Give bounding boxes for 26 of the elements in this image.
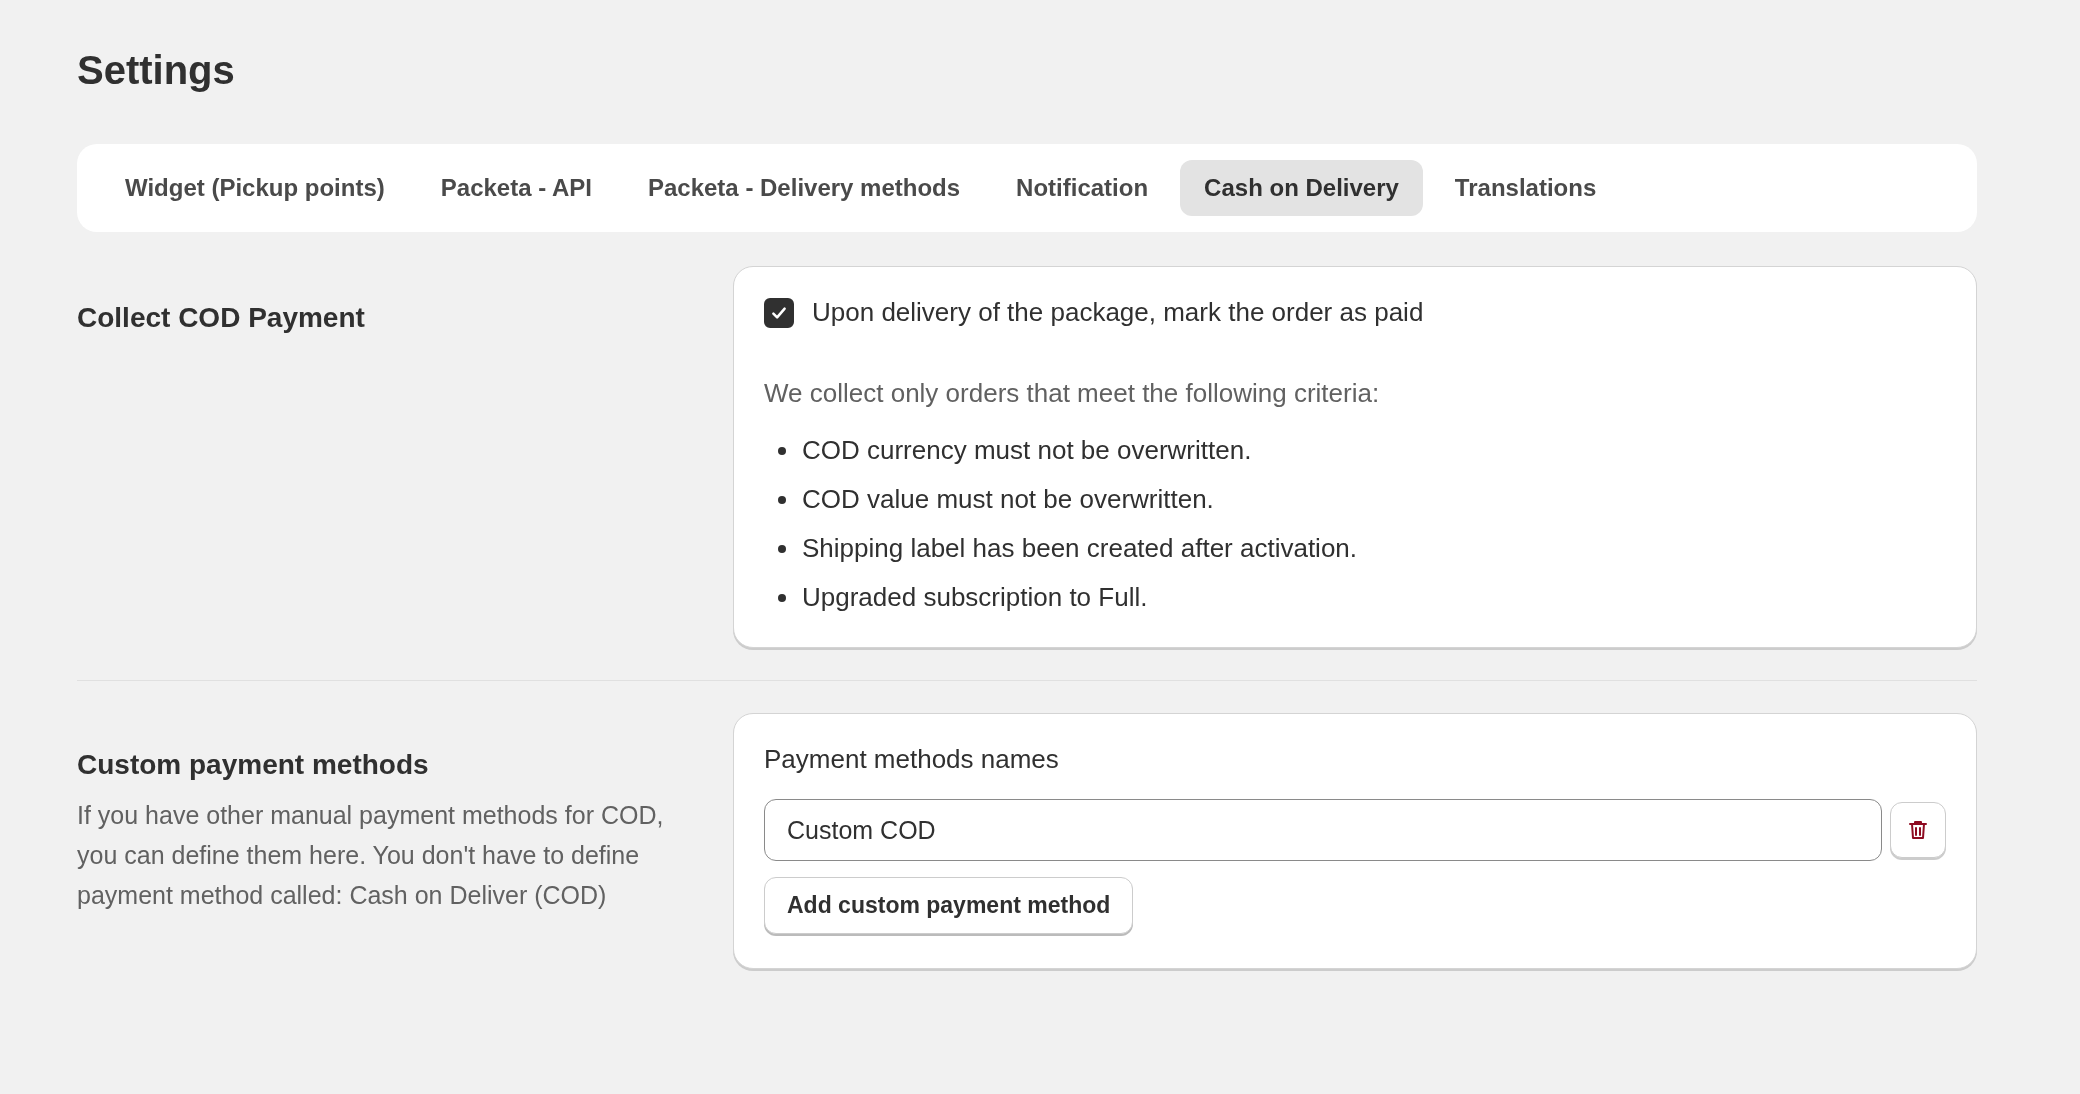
section-description: If you have other manual payment methods for COD, you can define them here. You don't have to define payment method called: Cash on Deliver (COD) (77, 800, 665, 911)
section-title: Collect COD Payment (77, 302, 366, 334)
bullet-icon (778, 495, 786, 504)
tab[interactable]: Packeta - API (416, 160, 616, 216)
trash-icon (1906, 818, 1930, 842)
input-field[interactable]: Custom COD (764, 799, 1882, 861)
tab[interactable]: Packeta - Delivery methods (623, 160, 985, 216)
field-label: Payment methods names (764, 744, 1060, 775)
criteria-intro: We collect only orders that meet the following criteria: (764, 378, 1381, 409)
add-button[interactable]: Add custom payment method (764, 877, 1134, 934)
criteria-item: COD value must not be overwritten. (802, 484, 1214, 515)
tab[interactable]: Notification (992, 160, 1173, 216)
tab[interactable]: Translations (1430, 160, 1621, 216)
criteria-item: Upgraded subscription to Full. (802, 582, 1148, 613)
criteria-item: COD currency must not be overwritten. (802, 435, 1252, 466)
delete-button[interactable] (1890, 802, 1946, 858)
bullet-icon (778, 544, 786, 553)
checkbox[interactable] (764, 297, 794, 328)
bullet-icon (778, 593, 786, 602)
bullet-icon (778, 446, 786, 455)
tab[interactable]: Widget (Pickup points) (101, 160, 409, 216)
page-title: Settings (77, 47, 236, 94)
section-title: Custom payment methods (77, 749, 430, 781)
tab[interactable]: Cash on Delivery (1180, 160, 1423, 216)
checkbox-label: Upon delivery of the package, mark the order as paid (812, 297, 1424, 328)
criteria-item: Shipping label has been created after activation. (802, 533, 1358, 564)
